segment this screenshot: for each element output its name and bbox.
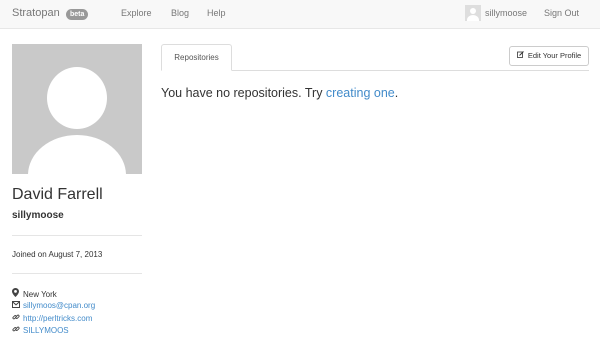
profile-full-name: David Farrell — [12, 186, 103, 203]
nav-explore[interactable]: Explore — [121, 8, 152, 18]
email-link[interactable]: sillymoos@cpan.org — [23, 301, 95, 310]
divider — [12, 235, 142, 236]
edit-icon — [516, 51, 526, 60]
empty-repositories-message: You have no repositories. Try creating o… — [161, 86, 399, 100]
location-row: New York — [12, 288, 57, 299]
map-marker-icon — [12, 288, 21, 299]
navbar: Stratopan beta Explore Blog Help sillymo… — [0, 0, 600, 29]
beta-badge: beta — [66, 9, 89, 20]
profile-avatar — [12, 44, 142, 174]
nav-user-link[interactable]: sillymoose — [485, 8, 527, 18]
sign-out-link[interactable]: Sign Out — [544, 8, 579, 18]
link-icon — [12, 325, 21, 335]
edit-profile-label: Edit Your Profile — [527, 51, 582, 60]
tab-repositories[interactable]: Repositories — [161, 44, 232, 71]
create-repository-link[interactable]: creating one — [326, 86, 395, 100]
envelope-icon — [12, 301, 21, 310]
cpan-row: SILLYMOOS — [12, 325, 69, 335]
brand-logo[interactable]: Stratopan — [12, 7, 60, 19]
website-link[interactable]: http://perltricks.com — [23, 314, 92, 323]
user-avatar-icon[interactable] — [465, 5, 481, 21]
website-row: http://perltricks.com — [12, 313, 92, 323]
nav-help[interactable]: Help — [207, 8, 226, 18]
edit-profile-button[interactable]: Edit Your Profile — [509, 46, 589, 66]
profile-username: sillymoose — [12, 210, 64, 221]
nav-blog[interactable]: Blog — [171, 8, 189, 18]
cpan-link[interactable]: SILLYMOOS — [23, 326, 69, 335]
link-icon — [12, 313, 21, 323]
location-text: New York — [23, 290, 57, 299]
joined-date: Joined on August 7, 2013 — [12, 250, 103, 259]
divider — [12, 273, 142, 274]
email-row: sillymoos@cpan.org — [12, 301, 95, 310]
